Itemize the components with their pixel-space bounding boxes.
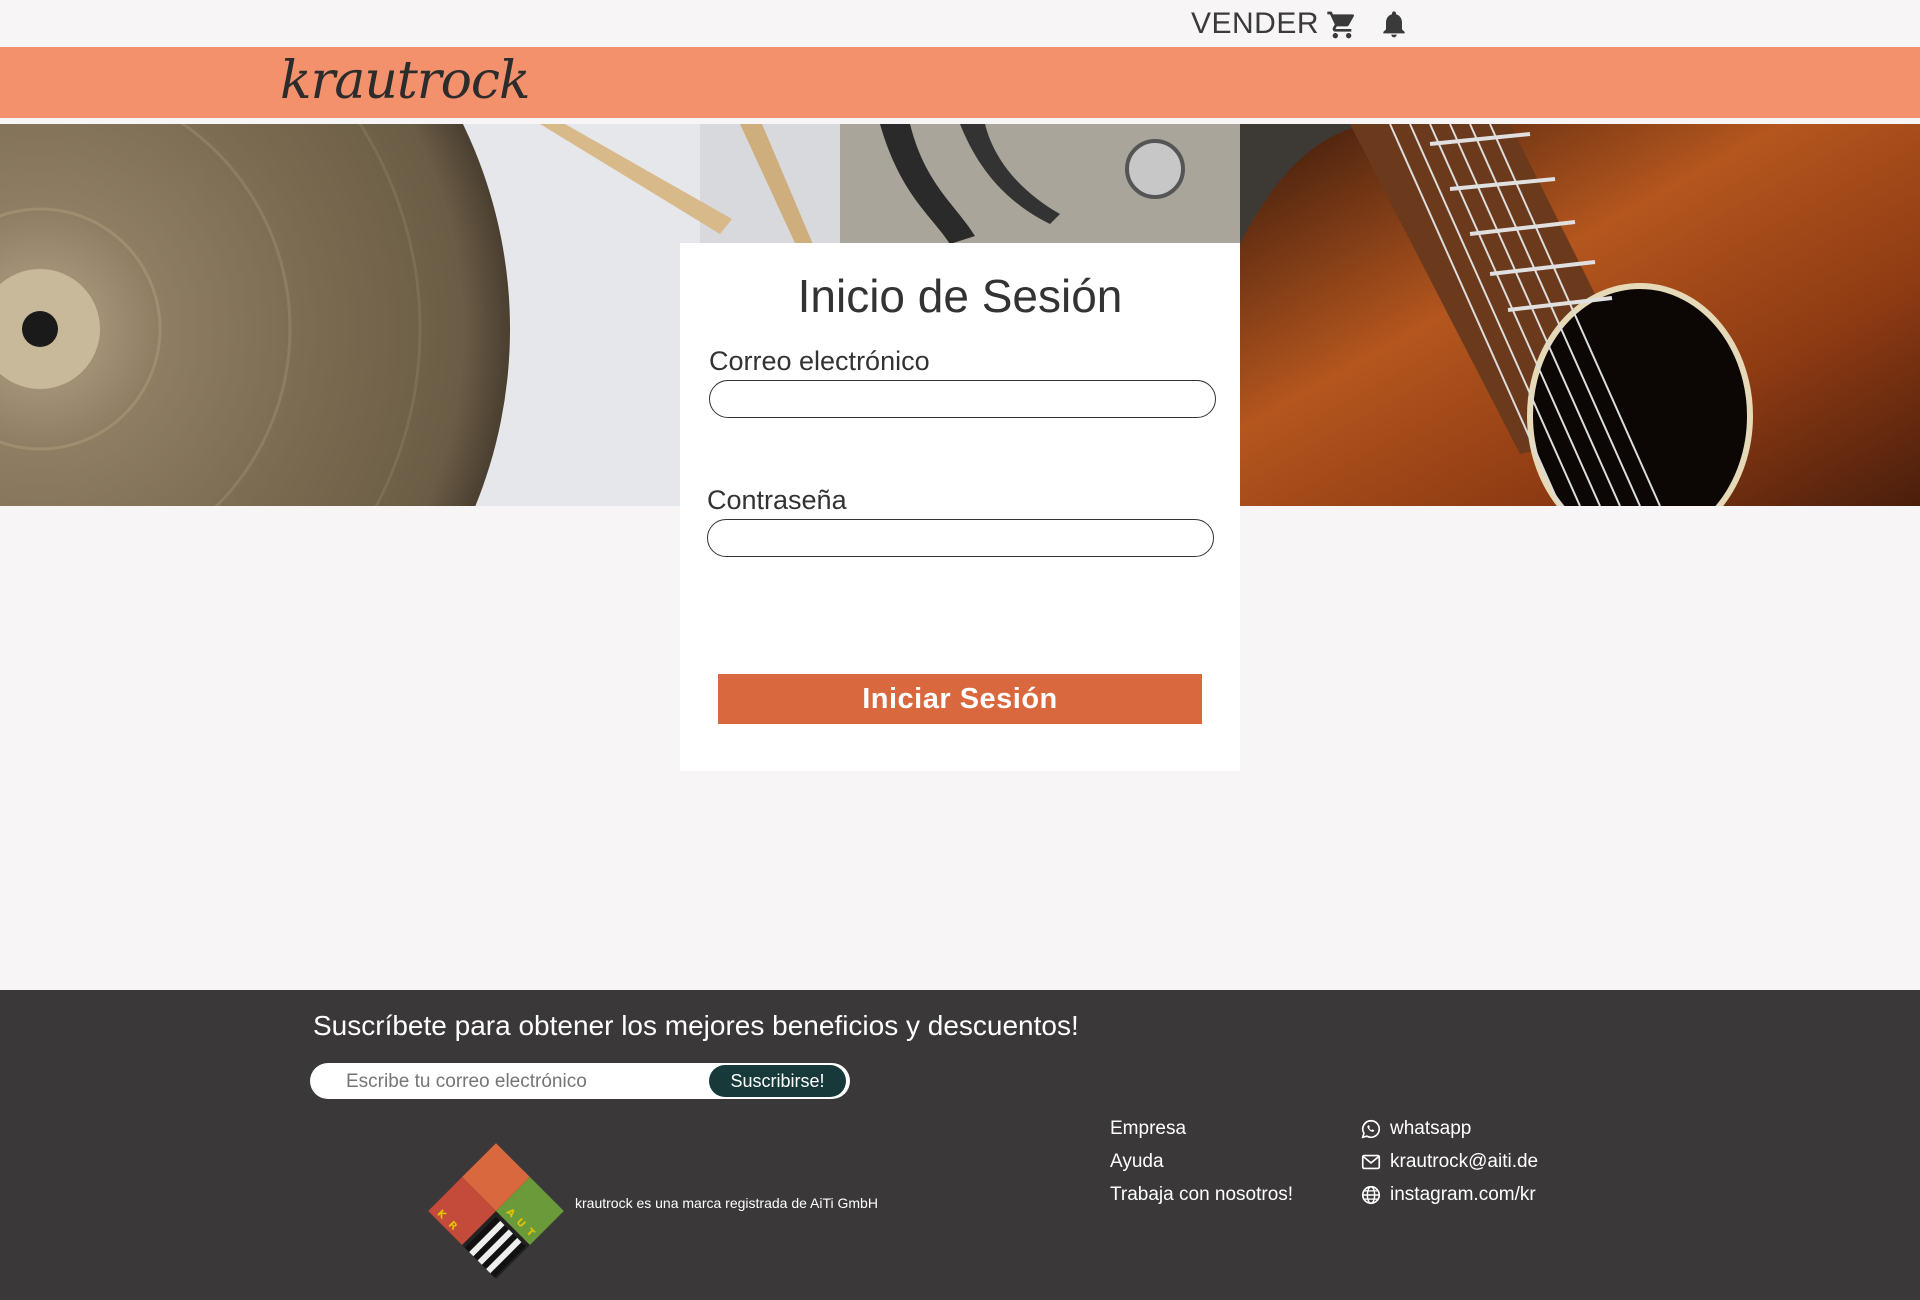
sell-link[interactable]: VENDER bbox=[1191, 7, 1319, 41]
subscribe-form: Suscribirse! bbox=[310, 1063, 850, 1099]
brand-bar: krautrock bbox=[0, 47, 1920, 118]
login-card: Inicio de Sesión Correo electrónico Cont… bbox=[680, 243, 1240, 771]
subscribe-email-input[interactable] bbox=[344, 1067, 688, 1097]
whatsapp-icon bbox=[1361, 1119, 1381, 1138]
footer-link-empresa[interactable]: Empresa bbox=[1110, 1112, 1293, 1145]
email-field[interactable] bbox=[709, 380, 1216, 418]
contact-whatsapp[interactable]: whatsapp bbox=[1360, 1112, 1538, 1145]
contact-label: whatsapp bbox=[1390, 1117, 1472, 1139]
login-button[interactable]: Iniciar Sesión bbox=[718, 674, 1202, 724]
top-bar: VENDER bbox=[0, 0, 1920, 47]
mail-icon bbox=[1361, 1154, 1381, 1169]
footer-links: Empresa Ayuda Trabaja con nosotros! bbox=[1110, 1112, 1293, 1211]
legal-notice: krautrock es una marca registrada de AiT… bbox=[575, 1195, 878, 1211]
contact-instagram[interactable]: instagram.com/kr bbox=[1360, 1178, 1538, 1211]
brand-logo-text[interactable]: krautrock bbox=[280, 51, 531, 111]
brand-logo: K R A U T bbox=[428, 1143, 564, 1279]
globe-icon bbox=[1361, 1185, 1381, 1204]
contact-label: instagram.com/kr bbox=[1390, 1183, 1536, 1205]
password-label: Contraseña bbox=[707, 485, 847, 515]
contact-label: krautrock@aiti.de bbox=[1390, 1150, 1539, 1172]
email-label: Correo electrónico bbox=[709, 346, 930, 376]
login-title: Inicio de Sesión bbox=[797, 270, 1123, 322]
password-field[interactable] bbox=[707, 519, 1214, 557]
footer-link-ayuda[interactable]: Ayuda bbox=[1110, 1145, 1293, 1178]
footer-link-trabaja[interactable]: Trabaja con nosotros! bbox=[1110, 1178, 1293, 1211]
subscribe-title: Suscríbete para obtener los mejores bene… bbox=[313, 1010, 1079, 1041]
subscribe-button[interactable]: Suscribirse! bbox=[709, 1065, 846, 1097]
cart-icon[interactable] bbox=[1326, 9, 1358, 41]
footer: Suscríbete para obtener los mejores bene… bbox=[0, 990, 1920, 1300]
bell-icon[interactable] bbox=[1378, 6, 1410, 42]
contact-email[interactable]: krautrock@aiti.de bbox=[1360, 1145, 1538, 1178]
footer-contacts: whatsapp krautrock@aiti.de instagram.com… bbox=[1360, 1112, 1538, 1211]
